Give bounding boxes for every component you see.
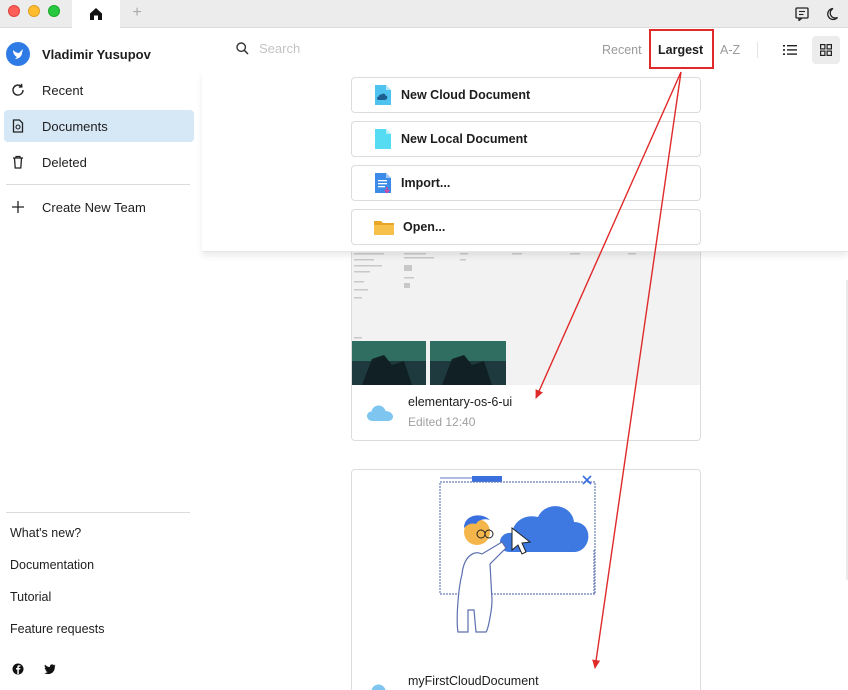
local-document-icon: [372, 127, 394, 151]
import-icon: [372, 171, 394, 195]
create-new-team-button[interactable]: Create New Team: [4, 191, 194, 223]
dark-mode-toggle[interactable]: [824, 4, 844, 24]
search-bar: [236, 41, 459, 56]
document-edited-time: Edited 12:40: [408, 415, 476, 429]
document-title: myFirstCloudDocument: [408, 674, 539, 688]
twitter-icon[interactable]: [43, 662, 57, 676]
home-icon: [90, 8, 102, 20]
sidebar: Vladimir Yusupov Recent Documents Delete…: [0, 28, 202, 690]
toolbar-divider: [757, 42, 758, 58]
close-window-button[interactable]: [8, 5, 20, 17]
new-cloud-document-button[interactable]: New Cloud Document: [351, 77, 701, 113]
documentation-link[interactable]: Documentation: [10, 558, 94, 572]
bird-logo-icon: [13, 49, 23, 59]
sidebar-item-deleted[interactable]: Deleted: [4, 146, 194, 178]
folder-icon: [372, 215, 396, 239]
user-name: Vladimir Yusupov: [42, 46, 151, 62]
sidebar-item-label: Recent: [42, 82, 84, 98]
feedback-button[interactable]: [792, 4, 812, 24]
search-icon: [236, 42, 249, 55]
trash-icon: [4, 155, 32, 169]
document-info: myFirstCloudDocument: [352, 666, 700, 690]
minimize-window-button[interactable]: [28, 5, 40, 17]
document-title: elementary-os-6-ui: [408, 395, 513, 409]
import-button[interactable]: Import...: [351, 165, 701, 201]
moon-icon: [827, 7, 838, 21]
sidebar-item-documents[interactable]: Documents: [4, 110, 194, 142]
sidebar-item-recent[interactable]: Recent: [4, 74, 194, 106]
grid-view-button[interactable]: [812, 36, 840, 64]
new-document-menu: New Cloud Document New Local Document Im…: [202, 70, 848, 252]
avatar: [6, 42, 30, 66]
add-tab-button[interactable]: +: [128, 3, 146, 23]
menu-item-label: Open...: [403, 220, 446, 234]
document-info: elementary-os-6-ui Edited 12:40: [352, 385, 700, 440]
home-tab[interactable]: [72, 0, 120, 28]
sidebar-item-label: Deleted: [42, 154, 87, 170]
facebook-icon[interactable]: [11, 662, 25, 676]
sidebar-item-label: Create New Team: [42, 199, 146, 215]
cloud-document-icon: [372, 83, 394, 107]
document-card[interactable]: elementary-os-6-ui Edited 12:40: [351, 230, 701, 441]
cloud-icon: [367, 405, 393, 421]
document-thumbnail: [352, 231, 700, 385]
list-view-button[interactable]: [776, 36, 804, 64]
title-bar: +: [0, 0, 848, 28]
annotation-highlight-box: [649, 29, 714, 69]
menu-item-label: New Cloud Document: [401, 88, 531, 102]
sidebar-item-label: Documents: [42, 118, 108, 134]
whats-new-link[interactable]: What's new?: [10, 526, 81, 540]
user-profile[interactable]: Vladimir Yusupov: [6, 42, 151, 66]
document-thumbnail: [352, 470, 700, 666]
sidebar-divider: [6, 512, 190, 513]
list-icon: [783, 45, 797, 55]
search-input[interactable]: [259, 41, 459, 56]
document-icon: [4, 119, 32, 133]
document-card[interactable]: myFirstCloudDocument: [351, 469, 701, 690]
cloud-icon: [371, 684, 386, 690]
tutorial-link[interactable]: Tutorial: [10, 590, 51, 604]
menu-item-label: Import...: [401, 176, 451, 190]
refresh-icon: [4, 83, 32, 97]
open-button[interactable]: Open...: [351, 209, 701, 245]
menu-item-label: New Local Document: [401, 132, 528, 146]
zoom-window-button[interactable]: [48, 5, 60, 17]
grid-icon: [820, 44, 832, 56]
new-local-document-button[interactable]: New Local Document: [351, 121, 701, 157]
plus-icon: [4, 200, 32, 214]
sidebar-divider: [6, 184, 190, 185]
message-icon: [795, 7, 809, 21]
feature-requests-link[interactable]: Feature requests: [10, 622, 105, 636]
sort-az-button[interactable]: A-Z: [720, 40, 740, 60]
sort-recent-button[interactable]: Recent: [602, 40, 642, 60]
